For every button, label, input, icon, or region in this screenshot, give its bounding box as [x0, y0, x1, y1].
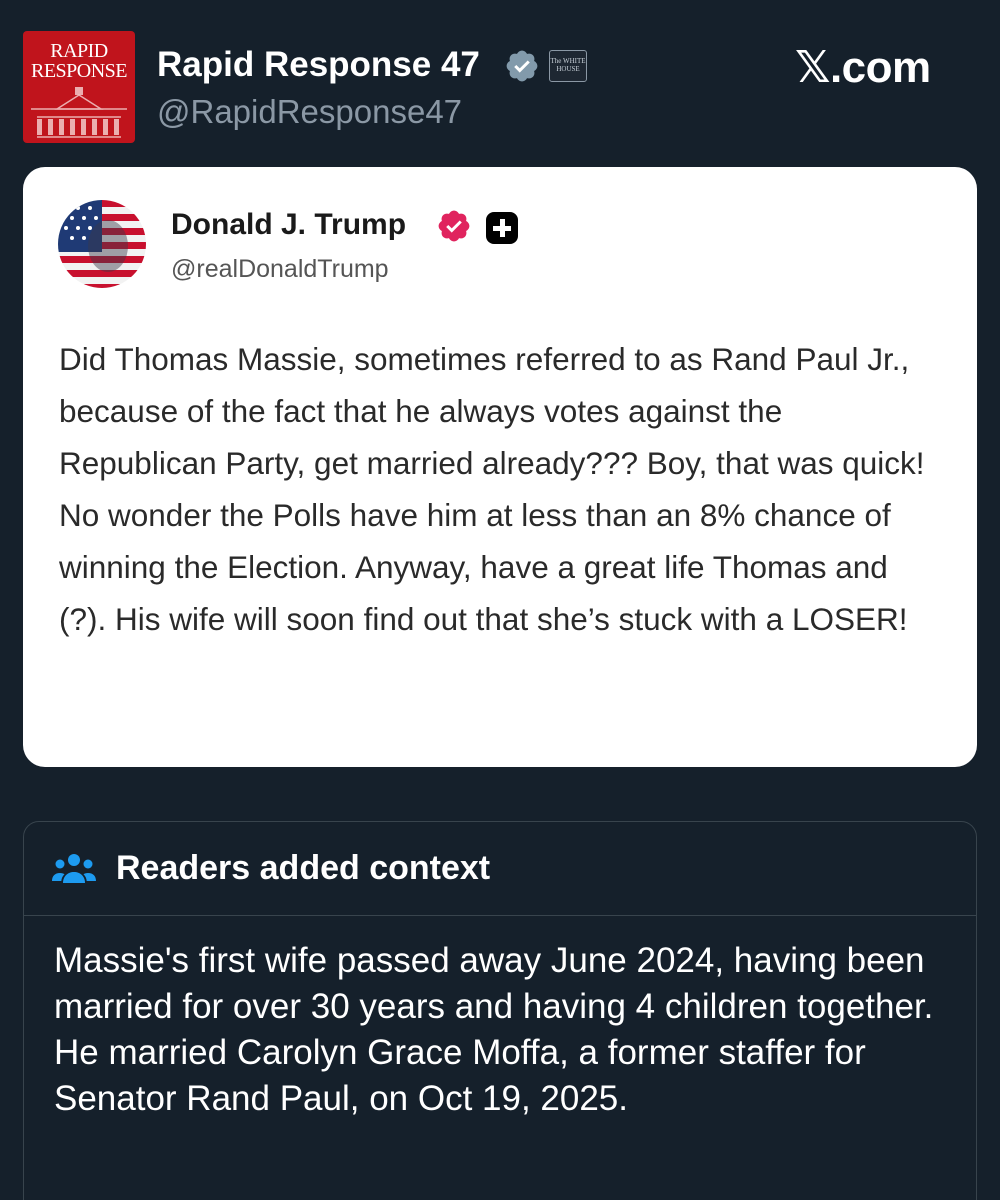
author-name[interactable]: Donald J. Trump: [171, 207, 406, 243]
x-com-label: .com: [829, 43, 931, 92]
x-com-watermark: 𝕏.com: [795, 44, 931, 92]
flag-portrait-icon: [58, 200, 146, 288]
logo-text-rapid: RAPID: [50, 40, 108, 62]
author-avatar[interactable]: [58, 200, 146, 288]
logo-text-response: RESPONSE: [30, 60, 128, 82]
verified-gray-check-icon: [506, 50, 538, 82]
account-handle[interactable]: @RapidResponse47: [157, 93, 462, 131]
verified-red-check-icon: [438, 210, 470, 242]
white-house-affiliate-badge[interactable]: The WHITE HOUSE: [549, 50, 587, 82]
x-logo-icon: 𝕏: [795, 42, 830, 93]
community-note-title: Readers added context: [116, 849, 491, 887]
author-handle[interactable]: @realDonaldTrump: [171, 254, 389, 284]
community-note-header: Readers added context: [24, 822, 976, 916]
rapid-response-avatar[interactable]: RAPID RESPONSE: [23, 31, 135, 143]
page: RAPID RESPONSE Rapid Response 47 The WHI…: [0, 0, 1000, 1200]
people-icon: [52, 854, 96, 883]
plus-badge-icon: [486, 212, 518, 244]
account-display-name[interactable]: Rapid Response 47: [157, 45, 480, 85]
post-body-text: Did Thomas Massie, sometimes referred to…: [59, 341, 925, 637]
community-note-text: Massie's first wife passed away June 202…: [54, 941, 934, 1118]
community-note[interactable]: Readers added context Massie's first wif…: [23, 821, 977, 1200]
embedded-post-card[interactable]: Donald J. Trump @realDonaldTrump Did Tho…: [23, 167, 977, 767]
